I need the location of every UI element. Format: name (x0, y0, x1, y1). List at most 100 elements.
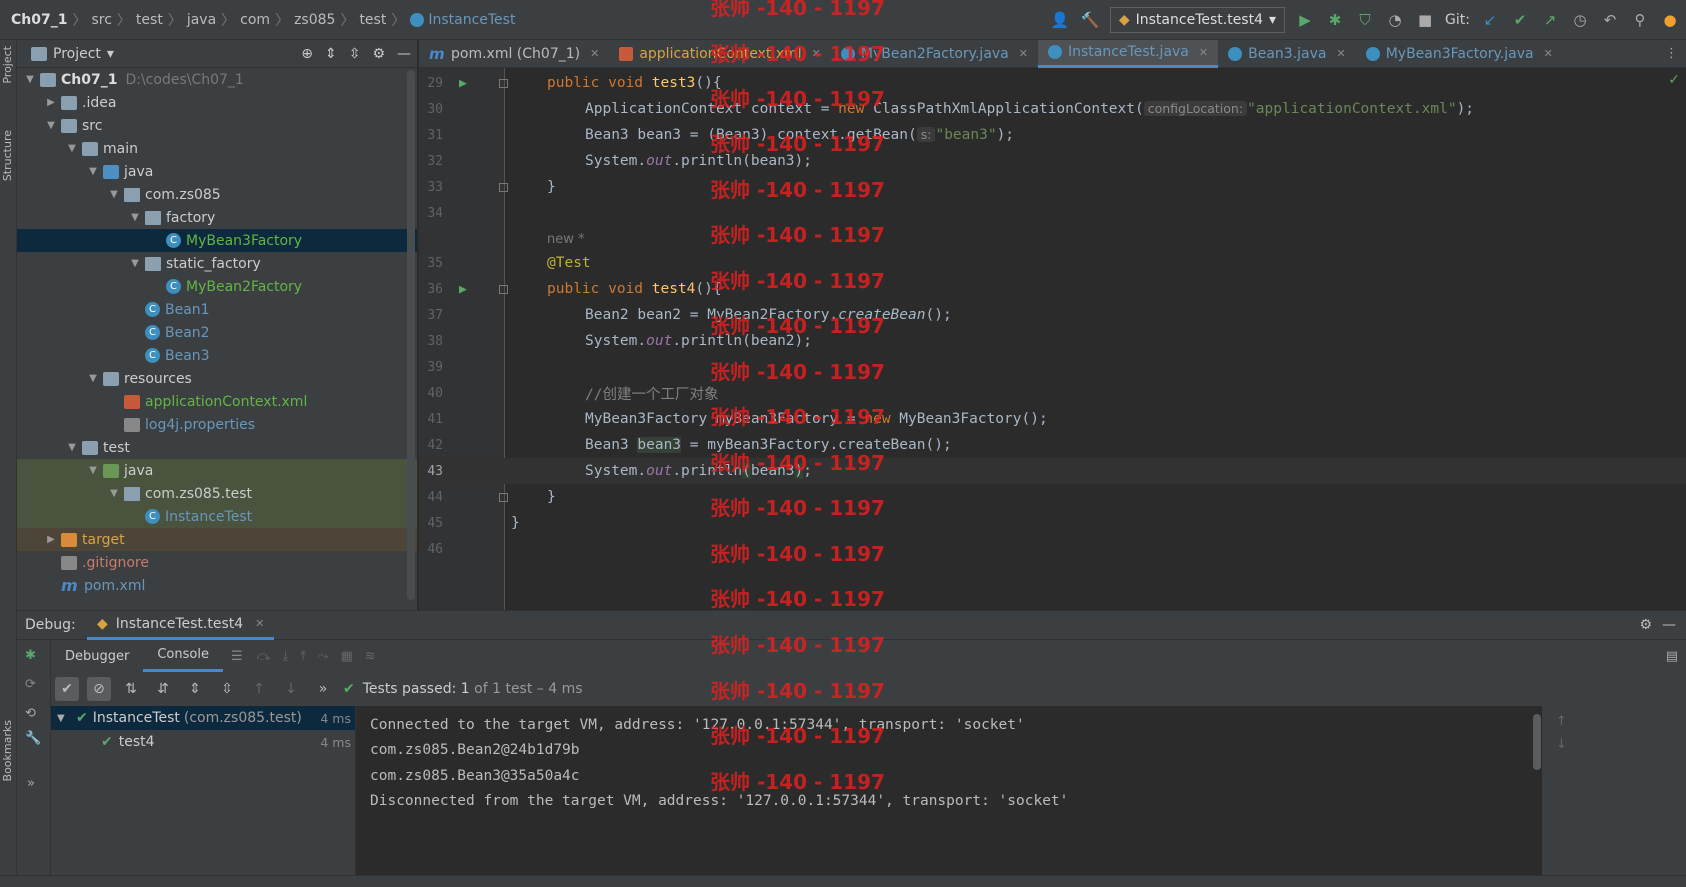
build-hammer-icon[interactable]: 🔨 (1080, 10, 1100, 30)
tree-item[interactable]: ▼ java (17, 459, 417, 482)
step-into-icon[interactable]: ⤓ (277, 649, 295, 664)
debug-bug-icon[interactable]: ✱ (1325, 10, 1345, 30)
close-icon[interactable]: ✕ (812, 47, 821, 60)
tab-mybean2factory[interactable]: MyBean2Factory.java ✕ (831, 40, 1038, 68)
breadcrumb-class[interactable]: InstanceTest (405, 12, 520, 28)
git-commit-icon[interactable]: ✔ (1510, 10, 1530, 30)
breadcrumb-item[interactable]: test (354, 12, 391, 28)
profiler-icon[interactable]: ◔ (1385, 10, 1405, 30)
gear-icon[interactable]: ⚙ (372, 46, 385, 62)
scroll-down-icon[interactable]: ↓ (1542, 729, 1686, 752)
test-suite-row[interactable]: ▼ ✔ InstanceTest (com.zs085.test) 4 ms (51, 706, 355, 730)
more-icon[interactable]: » (17, 746, 50, 791)
tab-mybean3factory[interactable]: MyBean3Factory.java ✕ (1356, 40, 1563, 68)
tree-item[interactable]: C Bean1 (17, 298, 417, 321)
evaluate-icon[interactable]: ▦ (334, 649, 358, 664)
tab-console[interactable]: Console (143, 640, 223, 672)
tree-item[interactable]: ▶ .idea (17, 91, 417, 114)
close-icon[interactable]: ✕ (1199, 46, 1208, 59)
hide-icon[interactable]: — (397, 46, 411, 62)
restore-layout-icon[interactable]: ⟲ (17, 692, 50, 721)
bookmarks-tool-tab[interactable]: Bookmarks (1, 720, 14, 781)
project-panel-title[interactable]: Project (53, 46, 101, 62)
code-editor[interactable]: ✓ 29 ▶ public void test3(){ 30 ApplicationC… (419, 68, 1686, 610)
update-notification-icon[interactable]: ● (1660, 10, 1680, 30)
breadcrumb-item[interactable]: src (86, 12, 116, 28)
run-test-icon[interactable]: ▶ (459, 282, 467, 297)
close-icon[interactable]: ✕ (590, 47, 599, 60)
collapse-all-icon[interactable]: ⇳ (349, 46, 361, 62)
stop-icon[interactable]: ■ (1415, 10, 1435, 30)
tree-item[interactable]: ▼ src (17, 114, 417, 137)
sort-alpha-icon[interactable]: ⇅ (119, 677, 143, 701)
git-update-icon[interactable]: ↙ (1480, 10, 1500, 30)
tree-item[interactable]: C Bean3 (17, 344, 417, 367)
tab-application-context[interactable]: applicationContext.xml ✕ (609, 40, 831, 68)
breadcrumb-item[interactable]: Ch07_1 (6, 12, 72, 28)
tree-item[interactable]: ▼ factory (17, 206, 417, 229)
tree-item[interactable]: log4j.properties (17, 413, 417, 436)
coverage-icon[interactable]: ⛉ (1355, 10, 1375, 30)
tab-debugger[interactable]: Debugger (51, 640, 143, 672)
user-icon[interactable]: 👤 (1050, 10, 1070, 30)
expand-all-icon[interactable]: ⇕ (325, 46, 337, 62)
show-passed-icon[interactable]: ✔ (55, 677, 79, 701)
run-configuration-select[interactable]: ◆ InstanceTest.test4 ▾ (1109, 7, 1286, 33)
menu-icon[interactable]: ☰ (223, 649, 251, 664)
console-scrollbar[interactable] (1533, 714, 1541, 770)
tree-item[interactable]: C InstanceTest (17, 505, 417, 528)
step-out-icon[interactable]: ⤒ (294, 649, 312, 664)
breadcrumb-item[interactable]: zs085 (289, 12, 340, 28)
tab-pom-xml[interactable]: m pom.xml (Ch07_1) ✕ (419, 40, 609, 68)
hide-icon[interactable]: — (1662, 617, 1676, 633)
tree-item[interactable]: .gitignore (17, 551, 417, 574)
show-ignored-icon[interactable]: ⊘ (87, 677, 111, 701)
next-failed-icon[interactable]: ↓ (279, 677, 303, 701)
run-to-cursor-icon[interactable]: ⤳ (312, 649, 334, 664)
run-test-icon[interactable]: ▶ (459, 76, 467, 91)
tree-item[interactable]: ▶ target (17, 528, 417, 551)
fold-marker[interactable] (499, 78, 508, 88)
run-icon[interactable]: ▶ (1295, 10, 1315, 30)
layout-icon[interactable]: ▤ (1666, 649, 1678, 664)
project-tool-tab[interactable]: Project (1, 46, 14, 84)
usage-hint[interactable]: new * (547, 232, 585, 247)
trace-icon[interactable]: ≋ (359, 649, 382, 664)
more-icon[interactable]: » (311, 677, 335, 701)
scroll-up-icon[interactable]: ↑ (1542, 706, 1686, 729)
tab-bean3[interactable]: Bean3.java ✕ (1218, 40, 1356, 68)
close-icon[interactable]: ✕ (1544, 47, 1553, 60)
close-icon[interactable]: ✕ (1336, 47, 1345, 60)
more-tabs-icon[interactable]: ⋮ (1665, 46, 1678, 61)
sort-duration-icon[interactable]: ⇵ (151, 677, 175, 701)
fold-marker[interactable] (499, 492, 508, 502)
wrench-icon[interactable]: 🔧 (17, 721, 50, 746)
step-over-icon[interactable]: ⤼ (251, 649, 277, 664)
console-output[interactable]: Connected to the target VM, address: '12… (356, 706, 1542, 887)
tree-item-selected[interactable]: C MyBean3Factory (17, 229, 417, 252)
debug-bug-icon[interactable]: ✱ (17, 640, 50, 663)
rollback-icon[interactable]: ↶ (1600, 10, 1620, 30)
search-icon[interactable]: ⚲ (1630, 10, 1650, 30)
structure-tool-tab[interactable]: Structure (1, 130, 14, 181)
breadcrumb-item[interactable]: test (131, 12, 168, 28)
gear-icon[interactable]: ⚙ (1639, 617, 1652, 633)
git-push-icon[interactable]: ↗ (1540, 10, 1560, 30)
tree-item[interactable]: C MyBean2Factory (17, 275, 417, 298)
chevron-down-icon[interactable]: ▾ (107, 46, 114, 62)
tree-item[interactable]: ▼ com.zs085 (17, 183, 417, 206)
tree-item[interactable]: C Bean2 (17, 321, 417, 344)
previous-failed-icon[interactable]: ↑ (247, 677, 271, 701)
tree-item[interactable]: ▼ com.zs085.test (17, 482, 417, 505)
fold-marker[interactable] (499, 284, 508, 294)
expand-all-icon[interactable]: ⇕ (183, 677, 207, 701)
tree-item[interactable]: ▼ test (17, 436, 417, 459)
close-icon[interactable]: ✕ (255, 617, 264, 630)
project-scrollbar[interactable] (407, 70, 415, 600)
tree-item[interactable]: ▼ main (17, 137, 417, 160)
rerun-icon[interactable]: ⟳ (17, 663, 50, 692)
history-icon[interactable]: ◷ (1570, 10, 1590, 30)
tree-item[interactable]: ▼ static_factory (17, 252, 417, 275)
tree-item[interactable]: applicationContext.xml (17, 390, 417, 413)
locate-icon[interactable]: ⊕ (301, 46, 313, 62)
